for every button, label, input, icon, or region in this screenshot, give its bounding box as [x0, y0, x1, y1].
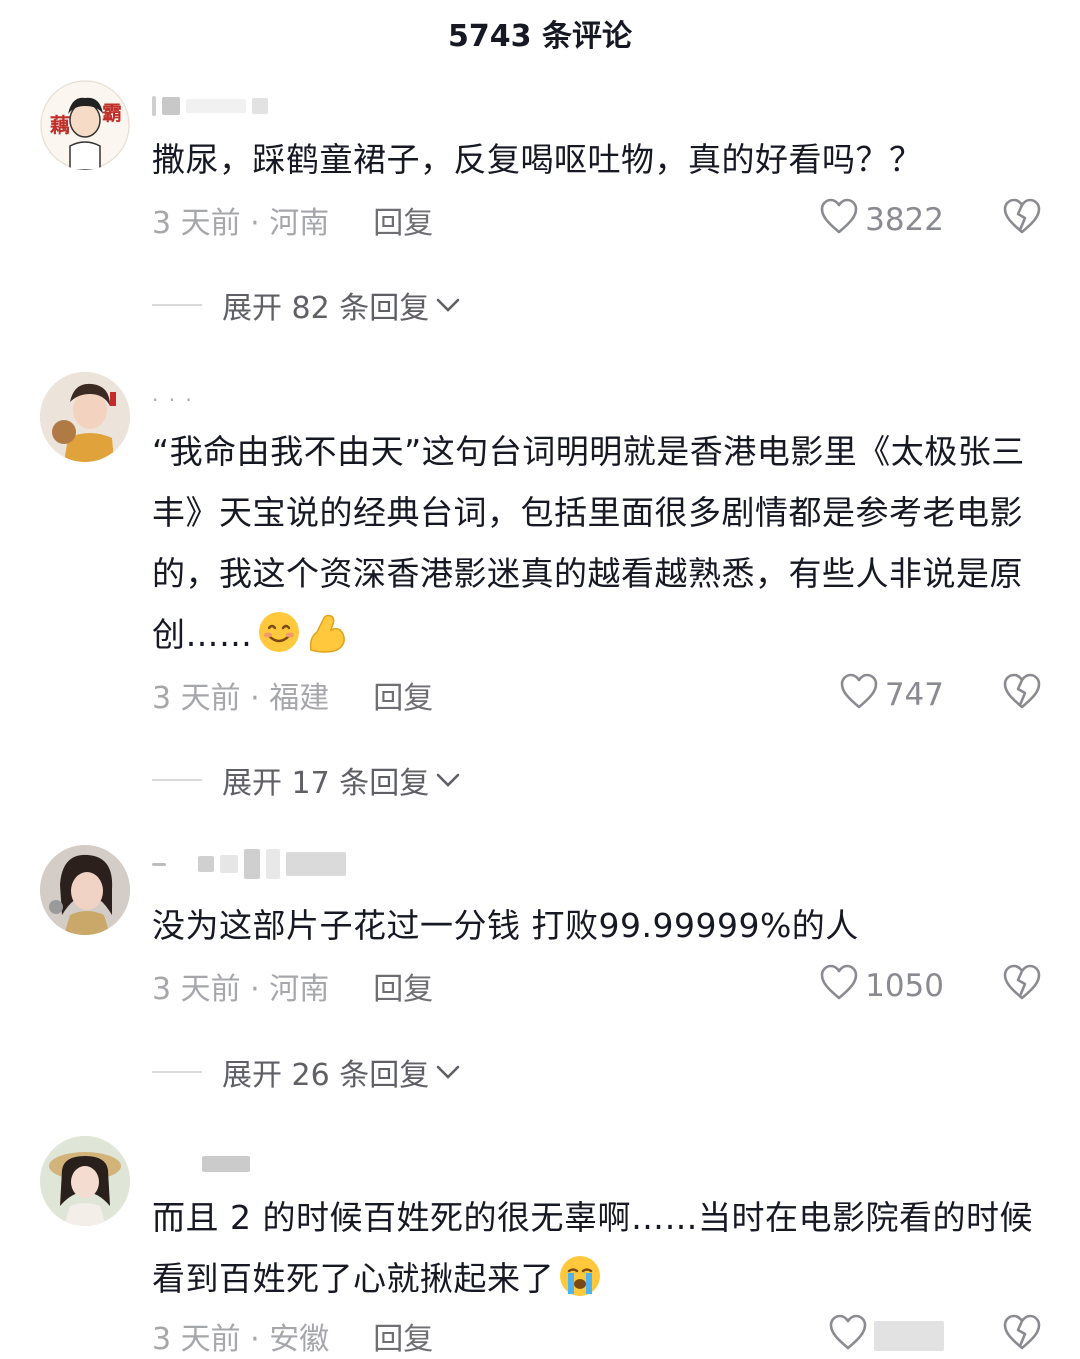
reply-button[interactable]: 回复 [373, 964, 433, 1008]
heart-icon [819, 963, 859, 1009]
expand-replies-label: 展开 17 条回复 [222, 766, 430, 801]
expand-replies-label: 展开 26 条回复 [222, 1058, 430, 1093]
svg-text:藕: 藕 [49, 113, 70, 137]
expand-replies-button[interactable]: 展开 82 条回复 [152, 285, 461, 326]
heart-icon [828, 1313, 868, 1359]
chevron-down-icon [435, 1062, 461, 1082]
broken-heart-icon [1002, 197, 1042, 243]
divider [152, 1071, 202, 1073]
avatar[interactable]: 藕 霸 [40, 80, 130, 170]
time-location: 3 天前 · 福建 [152, 681, 330, 716]
crying-emoji [558, 1254, 602, 1298]
like-count: 3822 [865, 202, 944, 238]
like-count: 1050 [865, 968, 944, 1004]
like-button[interactable]: 1050 [819, 963, 944, 1009]
broken-heart-icon [1002, 1313, 1042, 1359]
divider [152, 304, 202, 306]
time-location: 3 天前 · 安徽 [152, 1322, 330, 1357]
heart-icon [819, 197, 859, 243]
comment-text: 撒尿，踩鹤童裙子，反复喝呕吐物，真的好看吗？？ [152, 140, 923, 179]
username[interactable]: · · · [152, 388, 194, 412]
comment-meta: 3 天前 · 安徽 回复 [152, 1313, 1042, 1359]
username[interactable] [152, 94, 268, 118]
username[interactable] [152, 849, 346, 879]
divider [152, 779, 202, 781]
heart-icon [839, 672, 879, 718]
comments-header: 5743 条评论 [0, 0, 1080, 66]
comment-count-title: 5743 条评论 [448, 19, 632, 54]
reply-button[interactable]: 回复 [373, 1314, 433, 1358]
expand-replies-button[interactable]: 展开 26 条回复 [152, 1052, 461, 1093]
flex-arm-emoji [305, 610, 349, 654]
comment-text: 没为这部片子花过一分钱 打败99.99999%的人 [152, 906, 859, 945]
expand-replies-button[interactable]: 展开 17 条回复 [152, 760, 461, 801]
dislike-button[interactable] [1002, 1313, 1042, 1359]
username[interactable] [152, 1152, 250, 1176]
broken-heart-icon [1002, 672, 1042, 718]
comment-text: “我命由我不由天”这句台词明明就是香港电影里《太极张三丰》天宝说的经典台词，包括… [152, 421, 1042, 665]
like-button[interactable]: 3822 [819, 197, 944, 243]
like-count-obscured [874, 1321, 944, 1351]
avatar[interactable] [40, 845, 130, 935]
comment-meta: 3 天前 · 福建 回复 747 [152, 672, 1042, 718]
comment-meta: 3 天前 · 河南 回复 1050 [152, 963, 1042, 1009]
dislike-button[interactable] [1002, 197, 1042, 243]
svg-text:霸: 霸 [102, 101, 122, 125]
dislike-button[interactable] [1002, 963, 1042, 1009]
comment-meta: 3 天前 · 河南 回复 3822 [152, 197, 1042, 243]
reply-button[interactable]: 回复 [373, 198, 433, 242]
chevron-down-icon [435, 770, 461, 790]
expand-replies-label: 展开 82 条回复 [222, 291, 430, 326]
time-location: 3 天前 · 河南 [152, 206, 330, 241]
dislike-button[interactable] [1002, 672, 1042, 718]
reply-button[interactable]: 回复 [373, 673, 433, 717]
like-button[interactable] [828, 1313, 944, 1359]
comment-text: 而且 2 的时候百姓死的很无辜啊……当时在电影院看的时候看到百姓死了心就揪起来了 [152, 1187, 1042, 1309]
time-location: 3 天前 · 河南 [152, 972, 330, 1007]
broken-heart-icon [1002, 963, 1042, 1009]
like-count: 747 [884, 677, 944, 713]
like-button[interactable]: 747 [839, 672, 944, 718]
smile-emoji [257, 610, 301, 654]
avatar[interactable] [40, 1136, 130, 1226]
chevron-down-icon [435, 295, 461, 315]
avatar[interactable] [40, 372, 130, 462]
